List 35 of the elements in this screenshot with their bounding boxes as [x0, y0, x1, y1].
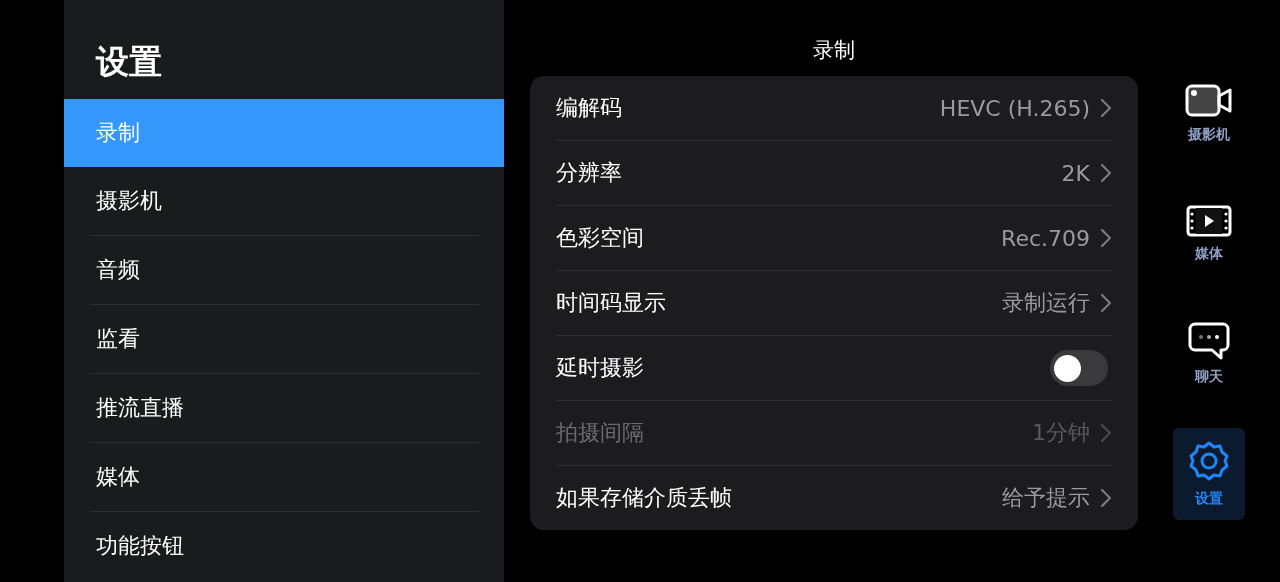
rail-tab[interactable]: 媒体: [1173, 188, 1245, 280]
chevron-icon: [1100, 293, 1112, 313]
setting-label: 如果存储介质丢帧: [556, 484, 733, 512]
rail-tab[interactable]: 摄影机: [1173, 68, 1245, 160]
video-camera-icon: [1185, 84, 1233, 118]
chevron-icon: [1100, 98, 1112, 118]
chevron-icon: [1100, 488, 1112, 508]
setting-label: 延时摄影: [556, 354, 645, 382]
rail-tab[interactable]: 聊天: [1173, 308, 1245, 400]
setting-label: 分辨率: [556, 159, 623, 187]
toggle-switch[interactable]: [1050, 350, 1108, 386]
setting-value[interactable]: 录制运行: [1002, 288, 1090, 318]
page-title: 录制: [813, 37, 855, 64]
setting-value[interactable]: HEVC (H.265): [939, 95, 1090, 121]
chat-bubble-icon: [1188, 322, 1230, 360]
setting-value[interactable]: 给予提示: [1002, 483, 1090, 513]
chevron-icon: [1100, 423, 1112, 443]
sidebar-title: 设置: [94, 41, 163, 83]
rail-tab[interactable]: 设置: [1173, 428, 1245, 520]
setting-label: 时间码显示: [556, 289, 667, 317]
sidebar-item[interactable]: 音频: [64, 236, 504, 304]
setting-label: 色彩空间: [556, 224, 645, 252]
sidebar-item[interactable]: 摄影机: [64, 167, 504, 235]
setting-value[interactable]: Rec.709: [1001, 225, 1090, 251]
settings-icon: [1188, 440, 1230, 482]
sidebar-item[interactable]: 推流直播: [64, 374, 504, 442]
sidebar-item[interactable]: 功能按钮: [64, 512, 504, 580]
sidebar-item[interactable]: 监看: [64, 305, 504, 373]
film-play-icon: [1186, 205, 1232, 237]
setting-label: 编解码: [556, 94, 623, 122]
sidebar-item[interactable]: 媒体: [64, 443, 504, 511]
setting-value[interactable]: 2K: [1061, 160, 1090, 186]
chevron-icon: [1100, 163, 1112, 183]
setting-label: 拍摄间隔: [556, 419, 645, 447]
chevron-icon: [1100, 228, 1112, 248]
